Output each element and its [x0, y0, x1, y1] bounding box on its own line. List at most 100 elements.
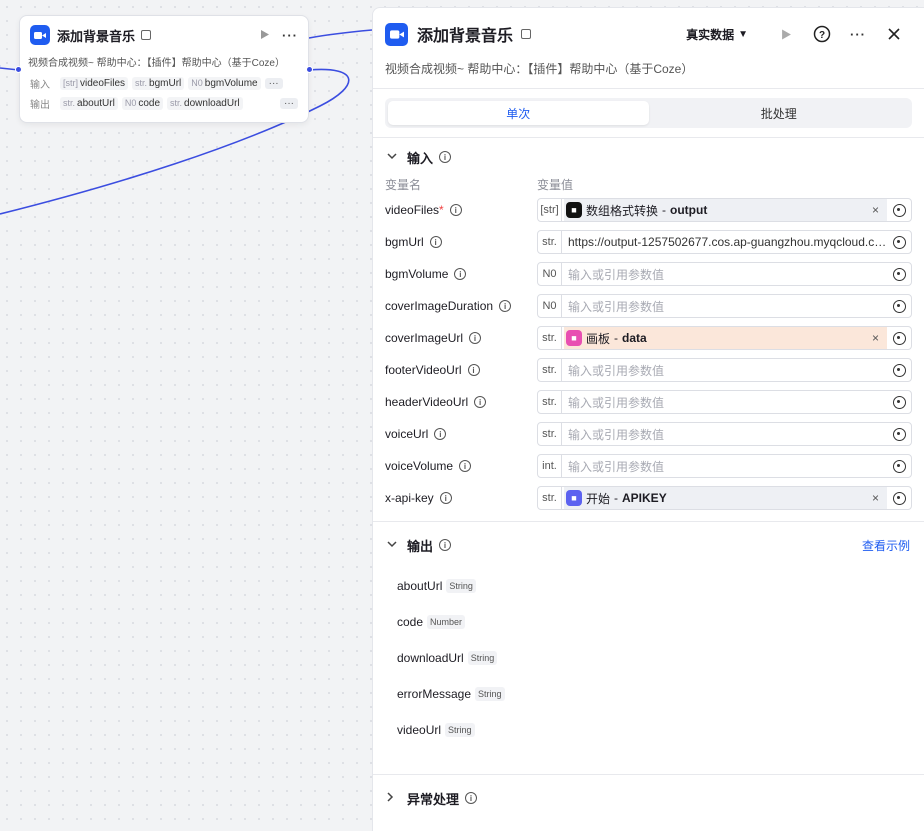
plugin-node-card[interactable]: 添加背景音乐 ··· 视频合成视频~ 帮助中心：【插件】帮助中心（基于Coze）… — [19, 15, 309, 123]
param-value-field[interactable]: str. 输入或引用参数值 — [537, 390, 912, 414]
reference-target-icon[interactable] — [887, 491, 911, 505]
reference-target-icon[interactable] — [887, 267, 911, 281]
param-row: bgmVolume i N0 输入或引用参数值 — [373, 258, 924, 290]
param-name-label: bgmUrl — [385, 235, 424, 249]
view-example-link[interactable]: 查看示例 — [862, 537, 910, 554]
close-icon[interactable] — [876, 28, 912, 40]
output-type-badge: String — [475, 687, 505, 701]
node-more-icon[interactable]: ··· — [282, 28, 298, 43]
node-output-chip: str. downloadUrl — [167, 96, 243, 110]
param-name-label: footerVideoUrl — [385, 363, 462, 377]
tab-single[interactable]: 单次 — [388, 101, 649, 125]
info-icon: i — [439, 151, 452, 163]
run-node-icon[interactable] — [260, 28, 270, 43]
param-name-label: coverImageDuration — [385, 299, 494, 313]
ref-node-name: 数组格式转换 — [586, 203, 659, 218]
param-row: coverImageUrl i str. ■ 画板 - data × — [373, 322, 924, 354]
param-name: footerVideoUrl i — [385, 363, 537, 377]
type-badge: str. — [538, 327, 562, 349]
param-value-field[interactable]: str. 输入或引用参数值 — [537, 358, 912, 382]
param-value-field[interactable]: N0 输入或引用参数值 — [537, 262, 912, 286]
reference-target-icon[interactable] — [887, 235, 911, 249]
plugin-badge-icon — [141, 30, 152, 40]
info-icon: i — [469, 332, 482, 344]
param-value-input[interactable]: 输入或引用参数值 — [562, 394, 887, 411]
reference-target-icon[interactable] — [887, 299, 911, 313]
node-inputs-more[interactable]: ··· — [264, 77, 283, 89]
info-icon: i — [434, 428, 447, 440]
reference-target-icon[interactable] — [887, 203, 911, 217]
param-value-input[interactable]: 输入或引用参数值 — [562, 298, 887, 315]
param-value-field[interactable]: [str] ■ 数组格式转换 - output × — [537, 198, 912, 222]
run-icon[interactable] — [768, 28, 804, 41]
type-badge: str. — [538, 391, 562, 413]
node-input-port[interactable] — [15, 66, 22, 73]
input-section-title: 输入 — [407, 150, 434, 166]
data-mode-label: 真实数据 — [686, 27, 735, 42]
param-row: voiceVolume i int. 输入或引用参数值 — [373, 450, 924, 482]
output-section-title: 输出 — [407, 538, 434, 554]
params-list: videoFiles * i [str] ■ 数组格式转换 - output ×… — [373, 194, 924, 514]
workflow-canvas[interactable]: 添加背景音乐 ··· 视频合成视频~ 帮助中心：【插件】帮助中心（基于Coze）… — [0, 0, 372, 831]
node-outputs-more[interactable]: ··· — [280, 97, 298, 109]
output-name: videoUrl — [397, 723, 442, 737]
output-row: errorMessage String — [373, 676, 924, 712]
node-input-chip: [str] videoFiles — [60, 76, 129, 90]
exception-section-header[interactable]: 异常处理 i — [373, 775, 924, 821]
required-mark: * — [439, 203, 444, 217]
param-value-field[interactable]: str. 输入或引用参数值 — [537, 422, 912, 446]
param-name-label: x-api-key — [385, 491, 434, 505]
param-value-field[interactable]: N0 输入或引用参数值 — [537, 294, 912, 318]
node-outputs-row: 输出 str. aboutUrl N0 code str. downloadUrl ·… — [20, 93, 308, 113]
param-value-input[interactable]: 输入或引用参数值 — [562, 458, 887, 475]
param-value-field[interactable]: int. 输入或引用参数值 — [537, 454, 912, 478]
video-camera-icon — [30, 25, 50, 45]
output-section-header[interactable]: 输出 i 查看示例 — [373, 522, 924, 568]
reference-target-icon[interactable] — [887, 395, 911, 409]
node-description: 视频合成视频~ 帮助中心：【插件】帮助中心（基于Coze） — [28, 58, 285, 69]
type-badge: N0 — [538, 263, 562, 285]
param-value-input[interactable]: 输入或引用参数值 — [562, 362, 887, 379]
help-icon[interactable]: ? — [804, 25, 840, 43]
clear-icon[interactable]: × — [872, 331, 879, 345]
output-name: errorMessage — [397, 687, 472, 701]
type-badge: str. — [538, 359, 562, 381]
reference-target-icon[interactable] — [887, 459, 911, 473]
info-icon: i — [474, 396, 487, 408]
node-output-chip: N0 code — [121, 96, 164, 110]
reference-chip[interactable]: ■ 画板 - data × — [564, 327, 887, 349]
more-icon[interactable]: ··· — [840, 27, 876, 42]
output-row: videoUrl String — [373, 712, 924, 748]
data-mode-dropdown[interactable]: 真实数据 ▼ — [686, 26, 748, 43]
tab-batch[interactable]: 批处理 — [649, 101, 910, 125]
reference-target-icon[interactable] — [887, 331, 911, 345]
node-config-panel: 添加背景音乐 真实数据 ▼ ? ··· 视频合成视频~ 帮助中心：【插件】帮助中心… — [372, 7, 924, 831]
caret-down-icon: ▼ — [738, 28, 748, 40]
reference-target-icon[interactable] — [887, 363, 911, 377]
panel-title: 添加背景音乐 — [417, 28, 514, 45]
panel-subtitle: 视频合成视频~ 帮助中心：【插件】帮助中心（基于Coze） — [385, 62, 694, 76]
param-name-label: voiceUrl — [385, 427, 429, 441]
output-row: downloadUrl String — [373, 640, 924, 676]
type-badge: N0 — [538, 295, 562, 317]
param-value-field[interactable]: str. ■ 开始 - APIKEY × — [537, 486, 912, 510]
param-row: bgmUrl i str. https://output-1257502677.… — [373, 226, 924, 258]
reference-target-icon[interactable] — [887, 427, 911, 441]
video-camera-icon — [385, 22, 408, 46]
divider — [373, 88, 924, 89]
node-ref-icon: ■ — [566, 490, 582, 506]
node-output-port[interactable] — [306, 66, 313, 73]
connection-lines — [0, 29, 372, 215]
clear-icon[interactable]: × — [872, 491, 879, 505]
reference-chip[interactable]: ■ 数组格式转换 - output × — [564, 199, 887, 221]
type-badge: [str] — [538, 199, 562, 221]
param-value-field[interactable]: str. https://output-1257502677.cos.ap-gu… — [537, 230, 912, 254]
param-value-input[interactable]: https://output-1257502677.cos.ap-guangzh… — [562, 235, 887, 249]
reference-chip[interactable]: ■ 开始 - APIKEY × — [564, 487, 887, 509]
param-value-input[interactable]: 输入或引用参数值 — [562, 266, 887, 283]
param-value-input[interactable]: 输入或引用参数值 — [562, 426, 887, 443]
input-section-header[interactable]: 输入 i — [373, 138, 924, 176]
clear-icon[interactable]: × — [872, 203, 879, 217]
param-value-field[interactable]: str. ■ 画板 - data × — [537, 326, 912, 350]
param-name: voiceVolume i — [385, 459, 537, 473]
